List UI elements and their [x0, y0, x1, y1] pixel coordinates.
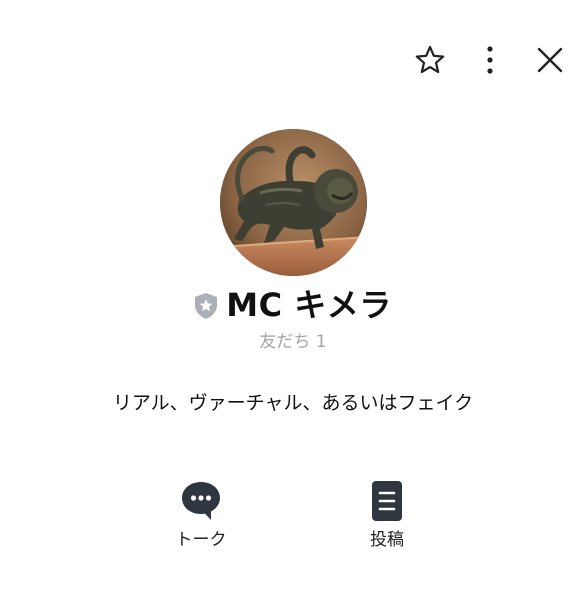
chat-bubble-icon — [178, 478, 224, 524]
profile-name: MC キメラ — [226, 286, 392, 324]
profile-name-row: MC キメラ — [0, 283, 586, 327]
talk-label: トーク — [175, 530, 227, 550]
close-button[interactable] — [528, 38, 572, 82]
header-actions — [408, 38, 572, 82]
friends-count[interactable]: 友だち 1 — [0, 330, 586, 354]
close-icon — [537, 47, 563, 73]
chimera-statue-photo — [220, 129, 367, 276]
status-message: リアル、ヴァーチャル、あるいはフェイク — [112, 392, 474, 414]
more-options-button[interactable] — [468, 38, 512, 82]
post-button[interactable]: 投稿 — [337, 478, 437, 552]
post-list-icon — [364, 478, 410, 524]
official-shield-icon — [195, 293, 218, 319]
profile-avatar[interactable] — [220, 129, 367, 276]
favorite-button[interactable] — [408, 38, 452, 82]
star-outline-icon — [415, 45, 445, 74]
more-vertical-icon — [487, 46, 493, 74]
post-label: 投稿 — [370, 530, 404, 550]
talk-button[interactable]: トーク — [151, 478, 251, 552]
